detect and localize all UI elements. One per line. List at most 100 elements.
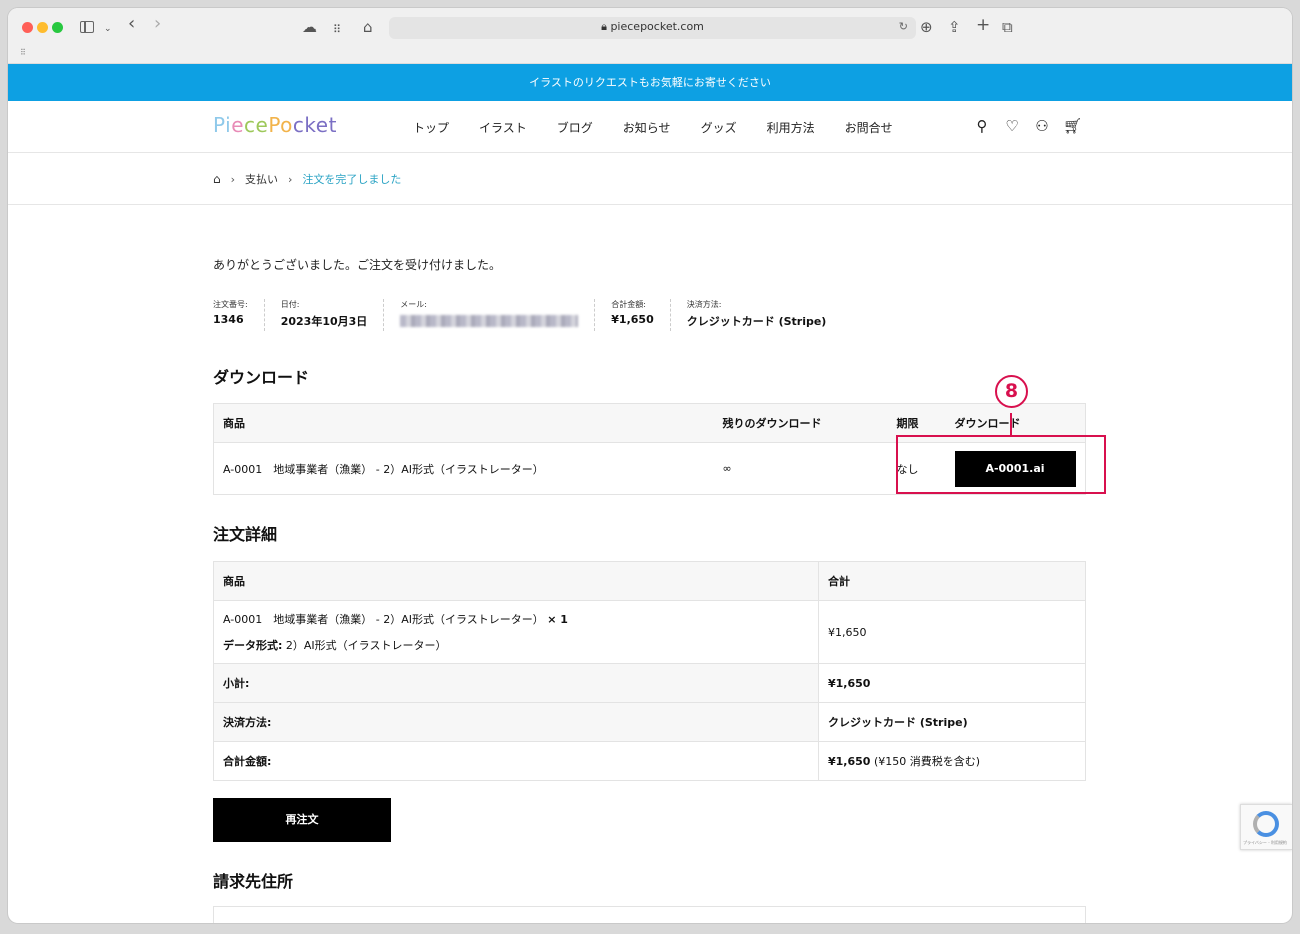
- announcement-banner: イラストのリクエストもお気軽にお寄せください: [8, 64, 1292, 101]
- recaptcha-icon: [1253, 811, 1279, 837]
- annotation-badge: 8: [995, 375, 1028, 408]
- chevron-right-icon: ›: [230, 172, 236, 186]
- main-nav: トップ イラスト ブログ お知らせ グッズ 利用方法 お問合せ: [413, 119, 923, 136]
- order-item-qty: × 1: [547, 613, 568, 626]
- order-total-value: ¥1,650: [611, 313, 654, 326]
- search-icon[interactable]: ⚲: [973, 117, 991, 135]
- order-number-label: 注文番号:: [213, 300, 248, 309]
- nav-item-illust[interactable]: イラスト: [479, 119, 527, 136]
- nav-item-blog[interactable]: ブログ: [557, 119, 593, 136]
- order-number: 注文番号: 1346: [213, 299, 264, 331]
- tabs-icon[interactable]: ⧉: [1002, 17, 1013, 37]
- subtotal-label: 小計:: [213, 663, 819, 703]
- heart-icon[interactable]: ♡: [1003, 117, 1021, 135]
- downloads-title: ダウンロード: [213, 368, 310, 387]
- breadcrumb: ⌂ › 支払い › 注文を完了しました: [213, 171, 401, 187]
- subtotal-value: ¥1,650: [818, 663, 1086, 703]
- breadcrumb-item-payment[interactable]: 支払い: [245, 171, 278, 187]
- reorder-button[interactable]: 再注文: [213, 798, 391, 842]
- table-row: A-0001 地域事業者（漁業） - 2）AI形式（イラストレーター） × 1 …: [213, 600, 1086, 664]
- chevron-right-icon: ›: [288, 172, 293, 186]
- blurred-email: [400, 315, 579, 327]
- order-details-title: 注文詳細: [213, 525, 278, 544]
- order-payment-label: 決済方法:: [686, 300, 722, 309]
- order-date: 日付: 2023年10月3日: [263, 299, 384, 331]
- cart-icon[interactable]: 🛒︎: [1063, 117, 1082, 135]
- table-header-row: 商品 合計: [213, 561, 1086, 601]
- download-remaining: ∞: [713, 442, 888, 495]
- site-logo[interactable]: PiecePocket: [213, 113, 337, 137]
- annotation-highlight-box: [896, 435, 1106, 494]
- nav-item-usage[interactable]: 利用方法: [767, 119, 815, 136]
- order-date-label: 日付:: [280, 300, 300, 309]
- billing-address-title: 請求先住所: [213, 872, 294, 891]
- logo-text: Pi: [213, 113, 232, 137]
- order-item-meta-label: データ形式:: [223, 639, 283, 652]
- url-text: piecepocket.com: [610, 20, 704, 33]
- download-icon[interactable]: ⊕: [920, 17, 933, 37]
- chevron-down-icon[interactable]: ⌄: [104, 19, 112, 39]
- table-row: 小計: ¥1,650: [213, 663, 1086, 703]
- column-header: 商品: [213, 561, 819, 601]
- annotation-connector: [1010, 413, 1012, 435]
- grand-total-value: ¥1,650: [828, 755, 871, 768]
- recaptcha-text: プライバシー - 利用規約: [1243, 840, 1287, 845]
- order-summary: 注文番号: 1346 日付: 2023年10月3日 メール: 合計金額: ¥1,…: [213, 299, 842, 331]
- billing-address-box: [213, 906, 1086, 923]
- thanks-message: ありがとうございました。ご注文を受け付けました。: [213, 258, 502, 272]
- order-item-name[interactable]: A-0001 地域事業者（漁業） - 2）AI形式（イラストレーター）: [223, 613, 544, 626]
- table-row: 決済方法: クレジットカード (Stripe): [213, 702, 1086, 742]
- reload-icon[interactable]: ↻: [899, 20, 908, 33]
- browser-toolbar: ⌄ ‹ › ☁ ⠿ ⌂ 🔒︎ piecepocket.com ↻ ⊕ ⇪ + ⧉…: [8, 8, 1292, 64]
- nav-item-goods[interactable]: グッズ: [701, 119, 737, 136]
- grand-total-cell: ¥1,650 (¥150 消費税を含む): [818, 741, 1086, 781]
- order-email-label: メール:: [400, 300, 427, 309]
- payment-method-value: クレジットカード (Stripe): [818, 702, 1086, 742]
- grid-icon[interactable]: ⠿: [333, 20, 341, 40]
- nav-item-news[interactable]: お知らせ: [623, 119, 671, 136]
- home-icon[interactable]: ⌂: [363, 17, 373, 37]
- order-item-total: ¥1,650: [818, 600, 1086, 664]
- nav-item-contact[interactable]: お問合せ: [845, 119, 893, 136]
- logo-text: ce: [244, 113, 269, 137]
- home-icon[interactable]: ⌂: [213, 172, 221, 186]
- order-total-label: 合計金額:: [611, 300, 646, 309]
- grid-icon[interactable]: ⠿: [20, 48, 26, 57]
- plus-icon[interactable]: +: [976, 15, 990, 35]
- site-header: PiecePocket トップ イラスト ブログ お知らせ グッズ 利用方法 お…: [8, 101, 1292, 153]
- order-date-value: 2023年10月3日: [280, 315, 368, 328]
- share-icon[interactable]: ⇪: [948, 17, 961, 37]
- recaptcha-badge[interactable]: プライバシー - 利用規約: [1240, 804, 1292, 850]
- order-total: 合計金額: ¥1,650: [594, 299, 669, 331]
- minimize-window-button[interactable]: [37, 22, 48, 33]
- grand-total-label: 合計金額:: [213, 741, 819, 781]
- download-product: A-0001 地域事業者（漁業） - 2）AI形式（イラストレーター）: [213, 442, 714, 495]
- column-header: 残りのダウンロード: [713, 403, 888, 443]
- order-details-table: 商品 合計 A-0001 地域事業者（漁業） - 2）AI形式（イラストレーター…: [213, 561, 1086, 781]
- logo-text: cket: [292, 113, 337, 137]
- forward-icon[interactable]: ›: [154, 14, 161, 34]
- table-row: 合計金額: ¥1,650 (¥150 消費税を含む): [213, 741, 1086, 781]
- cloud-icon[interactable]: ☁: [302, 17, 317, 37]
- order-payment-value: クレジットカード (Stripe): [686, 315, 827, 328]
- tax-note: (¥150 消費税を含む): [873, 755, 981, 768]
- close-window-button[interactable]: [22, 22, 33, 33]
- zoom-window-button[interactable]: [52, 22, 63, 33]
- sidebar-icon[interactable]: [80, 21, 94, 33]
- address-bar[interactable]: 🔒︎ piecepocket.com ↻: [389, 17, 916, 39]
- logo-text: e: [231, 113, 244, 137]
- order-payment: 決済方法: クレジットカード (Stripe): [669, 299, 843, 331]
- header-icons: ⚲ ♡ ⚇ 🛒︎: [973, 117, 1083, 135]
- user-icon[interactable]: ⚇: [1033, 117, 1051, 135]
- order-item-cell: A-0001 地域事業者（漁業） - 2）AI形式（イラストレーター） × 1 …: [213, 600, 819, 664]
- nav-item-top[interactable]: トップ: [413, 119, 449, 136]
- back-icon[interactable]: ‹: [128, 14, 135, 34]
- breadcrumb-item-current: 注文を完了しました: [302, 173, 402, 186]
- browser-window: ⌄ ‹ › ☁ ⠿ ⌂ 🔒︎ piecepocket.com ↻ ⊕ ⇪ + ⧉…: [8, 8, 1292, 923]
- payment-method-label: 決済方法:: [213, 702, 819, 742]
- order-email: メール:: [383, 299, 594, 331]
- order-item-meta-value: 2）AI形式（イラストレーター）: [285, 639, 447, 652]
- logo-text: Po: [268, 113, 293, 137]
- column-header: 商品: [213, 403, 714, 443]
- order-number-value: 1346: [213, 313, 244, 326]
